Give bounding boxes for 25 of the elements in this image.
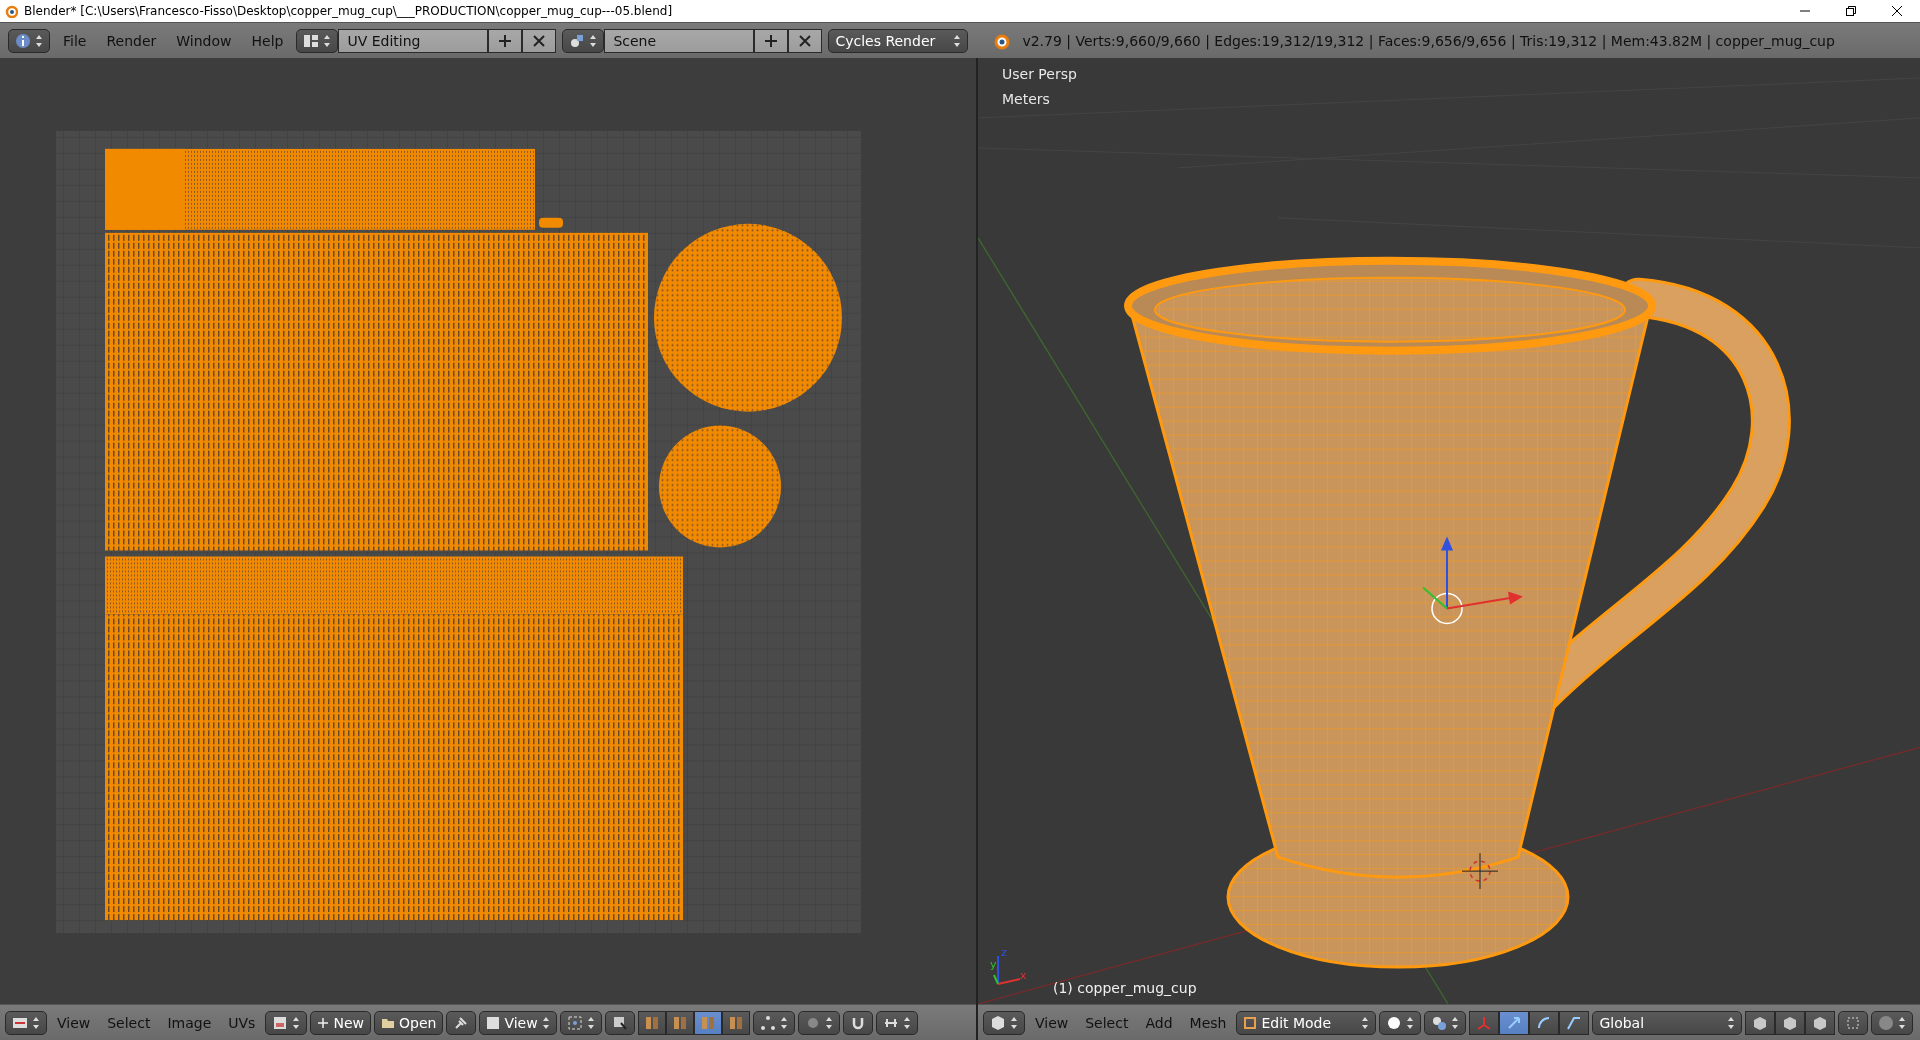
menu-item[interactable]: UVs bbox=[221, 1010, 263, 1035]
menu-item[interactable]: Select bbox=[1078, 1010, 1136, 1035]
open-image-button[interactable]: Open bbox=[373, 1010, 444, 1035]
scene-field[interactable]: Scene bbox=[604, 28, 755, 53]
menu-item[interactable]: Window bbox=[169, 28, 239, 53]
menu-item[interactable]: Add bbox=[1138, 1010, 1180, 1035]
menu-item[interactable]: Image bbox=[160, 1010, 219, 1035]
menu-item[interactable]: Help bbox=[244, 28, 291, 53]
menu-item[interactable]: View bbox=[50, 1010, 98, 1035]
viewport-info-text: Meters bbox=[1002, 91, 1050, 107]
menu-item[interactable]: View bbox=[1028, 1010, 1076, 1035]
mode-dropdown[interactable]: Edit Mode bbox=[1236, 1010, 1377, 1035]
render-engine-dropdown[interactable]: Cycles Render bbox=[828, 28, 969, 53]
menu-item[interactable]: Mesh bbox=[1182, 1010, 1234, 1035]
view-dropdown[interactable]: View bbox=[479, 1010, 557, 1035]
menu-item[interactable]: Select bbox=[100, 1010, 158, 1035]
menu-item[interactable]: File bbox=[56, 28, 94, 53]
object-name-label: (1) copper_mug_cup bbox=[1053, 980, 1197, 996]
orientation-dropdown[interactable]: Global bbox=[1592, 1010, 1743, 1035]
scene-statistics: v2.79 | Verts:9,660/9,660 | Edges:19,312/19,312 | Faces:9,656/9,656 | Tris:19,312 | Mem:43.82M | copper_mug_cup bbox=[1022, 32, 1835, 49]
new-image-button[interactable]: New bbox=[310, 1010, 371, 1035]
menu-item[interactable]: Render bbox=[99, 28, 164, 53]
window-title: Blender* [C:\Users\Francesco-Fisso\Desktop\copper_mug_cup\___PRODUCTION\copper_mug_cup---05.blend] bbox=[24, 4, 674, 18]
screen-layout-field[interactable]: UV Editing bbox=[338, 28, 489, 53]
viewport-info-text: User Persp bbox=[1002, 66, 1077, 82]
